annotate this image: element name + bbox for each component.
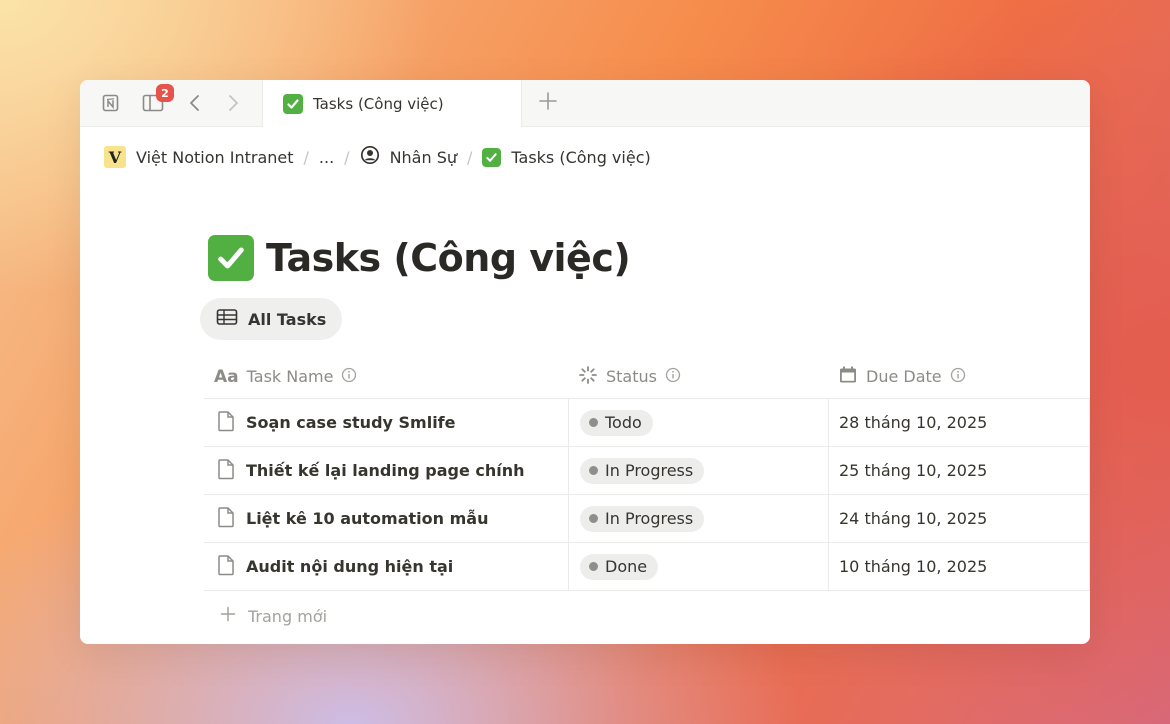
status-cell[interactable]: In Progress xyxy=(568,447,828,494)
status-cell[interactable]: Todo xyxy=(568,399,828,446)
breadcrumb-item-workspace[interactable]: V Việt Notion Intranet xyxy=(104,146,294,168)
breadcrumb-item-nhan-su[interactable]: Nhân Sự xyxy=(360,145,457,169)
new-page-label: Trang mới xyxy=(248,606,328,626)
due-date: 28 tháng 10, 2025 xyxy=(839,413,988,432)
breadcrumb-label: Việt Notion Intranet xyxy=(136,147,294,167)
info-icon[interactable] xyxy=(341,367,357,387)
status-spinner-icon xyxy=(578,365,598,389)
breadcrumb-label: Nhân Sự xyxy=(389,147,457,167)
add-new-page-button[interactable]: Trang mới xyxy=(204,591,1090,641)
tab-label: Tasks (Công việc) xyxy=(313,94,444,113)
due-date: 10 tháng 10, 2025 xyxy=(839,557,988,576)
check-box-icon[interactable] xyxy=(208,235,254,281)
task-name: Thiết kế lại landing page chính xyxy=(246,461,525,480)
task-name-cell[interactable]: Soạn case study Smlife xyxy=(204,399,568,446)
new-tab-button[interactable] xyxy=(522,80,574,126)
tab-bar: 2 Tasks (Công việc) xyxy=(80,80,1090,127)
breadcrumb-separator: / xyxy=(303,147,309,167)
column-header-label: Task Name xyxy=(246,367,334,386)
back-arrow-icon[interactable] xyxy=(184,92,206,114)
table-row[interactable]: Audit nội dung hiện tại Done 10 tháng 10… xyxy=(204,543,1090,591)
plus-icon xyxy=(220,606,236,626)
column-header-due-date[interactable]: Due Date xyxy=(828,365,1090,389)
status-label: Todo xyxy=(605,413,642,432)
breadcrumb-label: ... xyxy=(318,147,335,167)
task-name-cell[interactable]: Audit nội dung hiện tại xyxy=(204,543,568,590)
breadcrumb-label: Tasks (Công việc) xyxy=(511,147,651,167)
status-cell[interactable]: In Progress xyxy=(568,495,828,542)
status-label: In Progress xyxy=(605,509,694,528)
due-date-cell[interactable]: 25 tháng 10, 2025 xyxy=(828,447,1090,494)
table-row[interactable]: Soạn case study Smlife Todo 28 tháng 10,… xyxy=(204,399,1090,447)
info-icon[interactable] xyxy=(950,367,966,387)
page-title-text[interactable]: Tasks (Công việc) xyxy=(266,236,631,280)
text-aa-icon: Aa xyxy=(214,366,239,387)
notion-logo-icon[interactable] xyxy=(100,92,122,114)
info-icon[interactable] xyxy=(665,367,681,387)
status-label: In Progress xyxy=(605,461,694,480)
status-badge: Todo xyxy=(580,409,653,436)
task-name-cell[interactable]: Thiết kế lại landing page chính xyxy=(204,447,568,494)
toolbar-left: 2 xyxy=(80,80,262,126)
column-header-label: Due Date xyxy=(866,367,942,386)
task-name: Liệt kê 10 automation mẫu xyxy=(246,509,489,528)
status-badge: In Progress xyxy=(580,457,705,484)
due-date-cell[interactable]: 28 tháng 10, 2025 xyxy=(828,399,1090,446)
v-logo-icon: V xyxy=(104,146,126,168)
column-header-task-name[interactable]: Aa Task Name xyxy=(204,367,568,387)
table-header: Aa Task Name Status Due Date xyxy=(204,355,1090,399)
app-window: 2 Tasks (Công việc) V Việt Notion Intran… xyxy=(80,80,1090,644)
status-dot xyxy=(589,514,598,523)
page-icon xyxy=(216,506,236,532)
table-row[interactable]: Thiết kế lại landing page chính In Progr… xyxy=(204,447,1090,495)
check-box-icon xyxy=(283,93,303,114)
notification-badge: 2 xyxy=(156,84,174,102)
plus-icon xyxy=(538,91,558,115)
task-name: Soạn case study Smlife xyxy=(246,413,456,432)
due-date-cell[interactable]: 10 tháng 10, 2025 xyxy=(828,543,1090,590)
page-icon xyxy=(216,410,236,436)
check-box-icon xyxy=(482,147,502,167)
breadcrumb-separator: / xyxy=(467,147,473,167)
due-date-cell[interactable]: 24 tháng 10, 2025 xyxy=(828,495,1090,542)
tab-tasks[interactable]: Tasks (Công việc) xyxy=(262,80,522,127)
task-name-cell[interactable]: Liệt kê 10 automation mẫu xyxy=(204,495,568,542)
status-cell[interactable]: Done xyxy=(568,543,828,590)
view-tab-all-tasks[interactable]: All Tasks xyxy=(200,298,343,340)
page-icon xyxy=(216,554,236,580)
column-header-status[interactable]: Status xyxy=(568,365,828,389)
page-title: Tasks (Công việc) xyxy=(208,235,631,281)
calendar-icon xyxy=(838,365,858,389)
task-name: Audit nội dung hiện tại xyxy=(246,557,454,576)
status-dot xyxy=(589,418,598,427)
forward-arrow-icon[interactable] xyxy=(222,92,244,114)
status-dot xyxy=(589,466,598,475)
due-date: 25 tháng 10, 2025 xyxy=(839,461,988,480)
due-date: 24 tháng 10, 2025 xyxy=(839,509,988,528)
table-row[interactable]: Liệt kê 10 automation mẫu In Progress 24… xyxy=(204,495,1090,543)
breadcrumb-item-tasks[interactable]: Tasks (Công việc) xyxy=(482,147,651,167)
sidebar-toggle-icon[interactable]: 2 xyxy=(142,84,174,114)
page-icon xyxy=(216,458,236,484)
status-dot xyxy=(589,562,598,571)
status-badge: Done xyxy=(580,553,659,580)
tasks-table: Aa Task Name Status Due Date Soạn case s… xyxy=(204,355,1090,641)
breadcrumb-separator: / xyxy=(344,147,350,167)
status-badge: In Progress xyxy=(580,505,705,532)
user-circle-icon xyxy=(360,145,380,169)
breadcrumb-item-ellipsis[interactable]: ... xyxy=(319,148,334,167)
status-label: Done xyxy=(605,557,648,576)
table-icon xyxy=(216,308,238,330)
view-label: All Tasks xyxy=(248,309,327,329)
column-header-label: Status xyxy=(606,367,657,386)
breadcrumb: V Việt Notion Intranet / ... / Nhân Sự /… xyxy=(80,127,1090,187)
